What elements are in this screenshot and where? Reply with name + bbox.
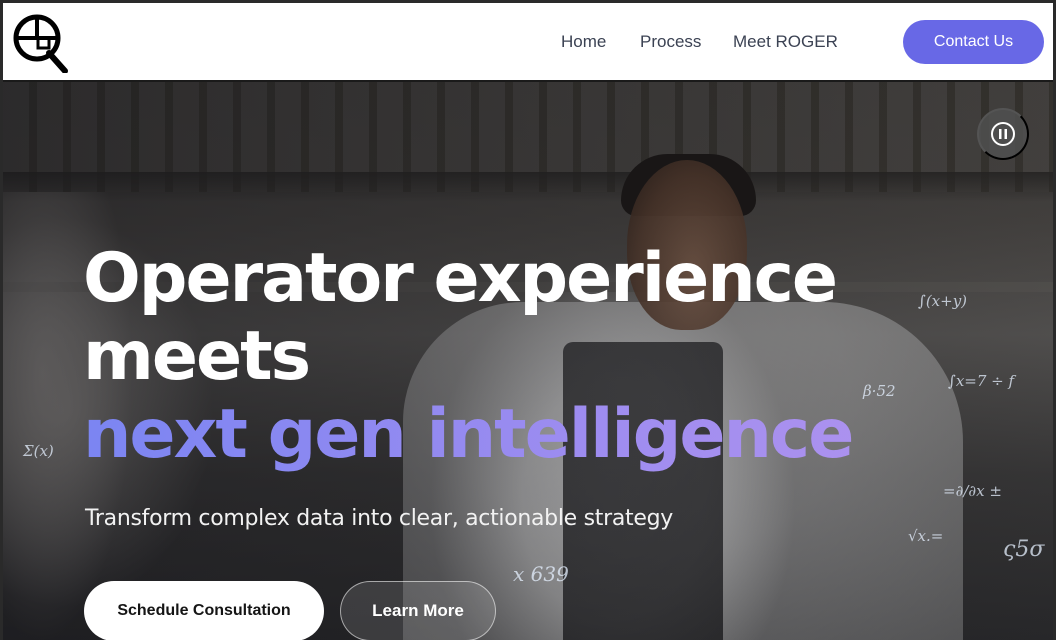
headline-accent-line: next gen intelligence: [83, 396, 983, 474]
hero-headline: Operator experience meets next gen intel…: [83, 240, 983, 474]
main-nav: Home Process Meet ROGER: [3, 32, 1053, 56]
headline-line-1: Operator experience: [83, 239, 838, 318]
pause-video-button[interactable]: [977, 108, 1029, 160]
contact-us-button[interactable]: Contact Us: [903, 20, 1044, 64]
page-frame: Home Process Meet ROGER Contact Us ∫(x+y…: [0, 0, 1056, 640]
formula-decoration: =∂/∂x ±: [943, 482, 1002, 500]
site-header: Home Process Meet ROGER Contact Us: [3, 3, 1053, 82]
formula-decoration: ς5σ: [1003, 537, 1045, 562]
schedule-consultation-button[interactable]: Schedule Consultation: [84, 581, 324, 640]
nav-process-link[interactable]: Process: [640, 32, 701, 52]
nav-meet-roger-link[interactable]: Meet ROGER: [733, 32, 838, 52]
formula-decoration: x 639: [513, 562, 569, 586]
learn-more-button[interactable]: Learn More: [340, 581, 496, 640]
formula-decoration: √x.=: [908, 527, 944, 545]
pause-icon: [991, 122, 1015, 146]
formula-decoration: Σ(x): [23, 442, 54, 460]
hero-subheading: Transform complex data into clear, actio…: [85, 506, 673, 531]
hero-section: ∫(x+y) ∫x=7 ÷ f β·52 =∂/∂x ± √x.= ς5σ x …: [3, 82, 1053, 640]
headline-line-2: meets: [83, 317, 311, 396]
nav-home-link[interactable]: Home: [561, 32, 606, 52]
